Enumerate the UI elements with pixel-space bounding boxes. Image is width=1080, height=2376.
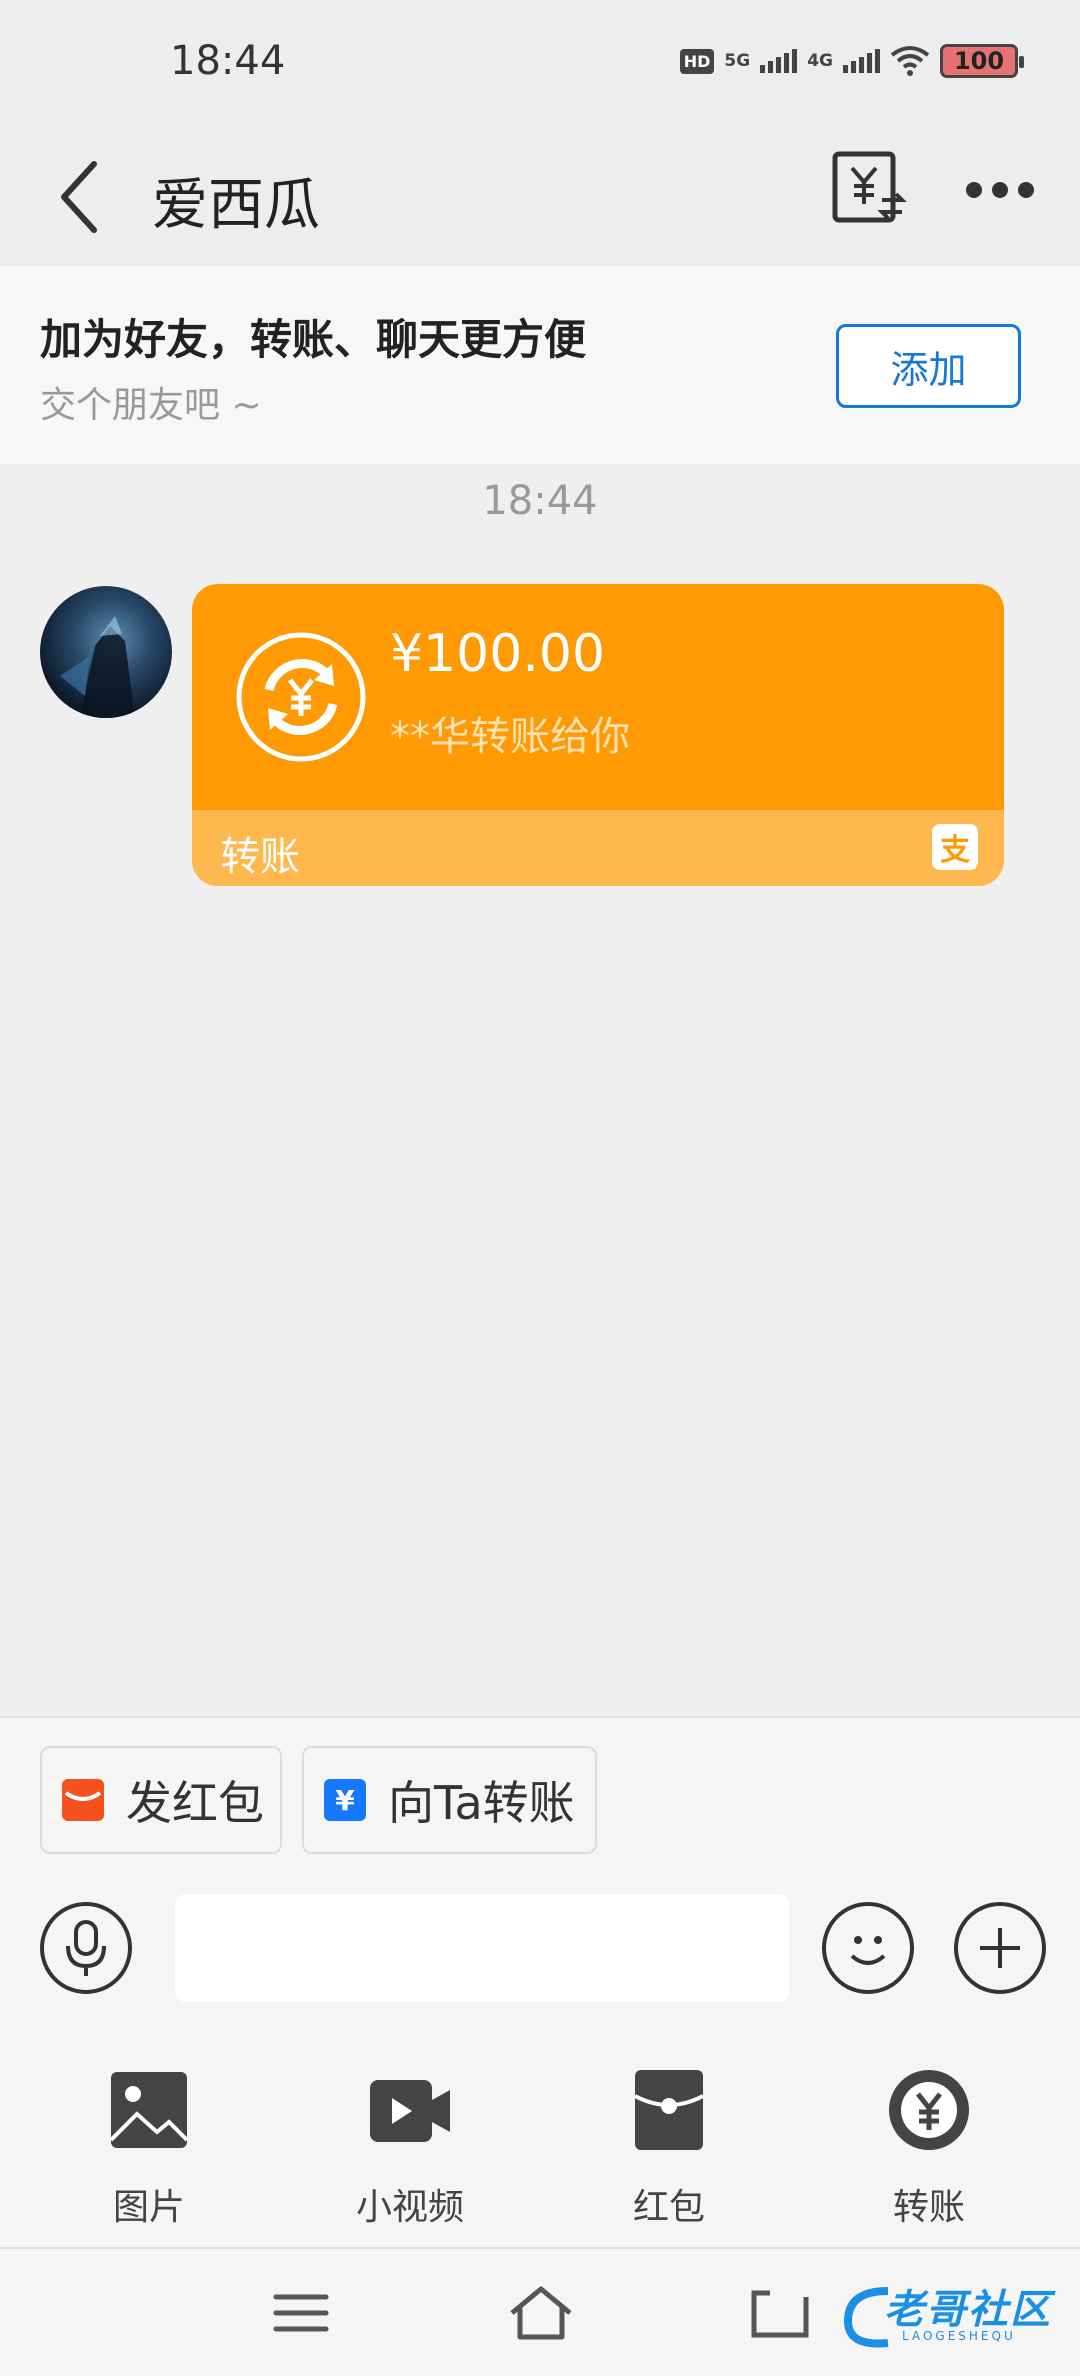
plus-icon [980,1928,1020,1968]
wifi-icon [890,46,930,76]
tool-red-packet[interactable]: 红包 [589,2068,749,2228]
message-timestamp: 18:44 [482,478,598,524]
recent-apps-button[interactable] [266,2283,336,2343]
tool-image[interactable]: 图片 [69,2068,229,2228]
system-navigation-bar: 老哥社区 LAOGESHEQU [0,2247,1080,2376]
hd-icon: HD [679,48,715,74]
network-5g-label: 5G [724,50,751,71]
red-packet-icon [62,1779,104,1821]
add-friend-subtitle: 交个朋友吧 ~ [40,385,262,426]
more-dot [966,182,982,198]
microphone-icon [66,1920,106,1976]
status-icons: HD 5G 4G 100 [679,44,1024,78]
status-time: 18:44 [170,38,286,84]
tool-transfer-label: 转账 [892,2187,965,2228]
back-arrow-icon [751,2290,809,2338]
signal-icon-2 [843,49,880,73]
watermark-subtext: LAOGESHEQU [902,2329,1016,2343]
transfer-icon [236,632,366,762]
smiley-icon [850,1936,886,1965]
transfer-message-card[interactable]: ¥100.00 **华转账给你 转账 支 [192,584,1004,886]
add-friend-banner: 加为好友，转账、聊天更方便 交个朋友吧 ~ 添加 [0,266,1080,464]
add-friend-button[interactable]: 添加 [836,324,1021,408]
home-icon [510,2286,572,2340]
page-title: 爱西瓜 [152,173,320,238]
tool-image-label: 图片 [112,2187,185,2228]
add-friend-title: 加为好友，转账、聊天更方便 [40,315,587,364]
bill-button[interactable] [830,150,910,230]
network-4g-label: 4G [807,50,833,71]
chevron-left-icon [61,161,97,233]
more-dot [992,182,1008,198]
signal-icon [760,49,798,73]
transfer-to-ta-button[interactable]: ¥ 向Ta转账 [302,1746,597,1854]
image-icon [109,2072,189,2148]
home-button[interactable] [506,2283,576,2343]
status-bar: 18:44 HD 5G 4G 100 [0,0,1080,130]
message-input[interactable] [175,1894,789,2002]
menu-icon [273,2294,329,2332]
video-icon [370,2080,450,2142]
bottom-panel: 发红包 ¥ 向Ta转账 图片 小视频 红包 转账 [0,1716,1080,2247]
transfer-card-label: 转账 [220,834,300,880]
transfer-card-body: ¥100.00 **华转账给你 [192,584,1004,810]
voice-button[interactable] [40,1902,132,1994]
system-back-button[interactable] [746,2283,816,2343]
send-red-packet-label: 发红包 [126,1776,264,1830]
red-packet-icon [634,2070,704,2150]
bill-icon [832,151,907,223]
battery-icon: 100 [940,44,1024,78]
watermark-text: 老哥社区 [884,2287,1052,2333]
alipay-icon: 支 [932,824,978,870]
more-button[interactable] [960,160,1040,220]
send-red-packet-button[interactable]: 发红包 [40,1746,282,1854]
transfer-to-ta-label: 向Ta转账 [388,1776,575,1830]
more-dot [1018,182,1034,198]
transfer-description: **华转账给你 [390,714,630,760]
nav-bar: 爱西瓜 [0,130,1080,266]
more-actions-button[interactable] [954,1902,1046,1994]
avatar-image [60,616,135,718]
tool-video-label: 小视频 [355,2187,464,2228]
tool-transfer[interactable]: 转账 [849,2068,1009,2228]
transfer-icon [889,2070,969,2150]
tool-red-packet-label: 红包 [632,2187,705,2228]
transfer-amount: ¥100.00 [390,624,606,684]
transfer-card-footer: 转账 支 [192,810,1004,886]
tool-video[interactable]: 小视频 [330,2068,490,2228]
back-button[interactable] [48,152,128,242]
watermark-logo: 老哥社区 LAOGESHEQU [838,2277,1068,2353]
yuan-icon: ¥ [324,1779,366,1821]
emoji-button[interactable] [822,1902,914,1994]
avatar[interactable] [40,586,172,718]
